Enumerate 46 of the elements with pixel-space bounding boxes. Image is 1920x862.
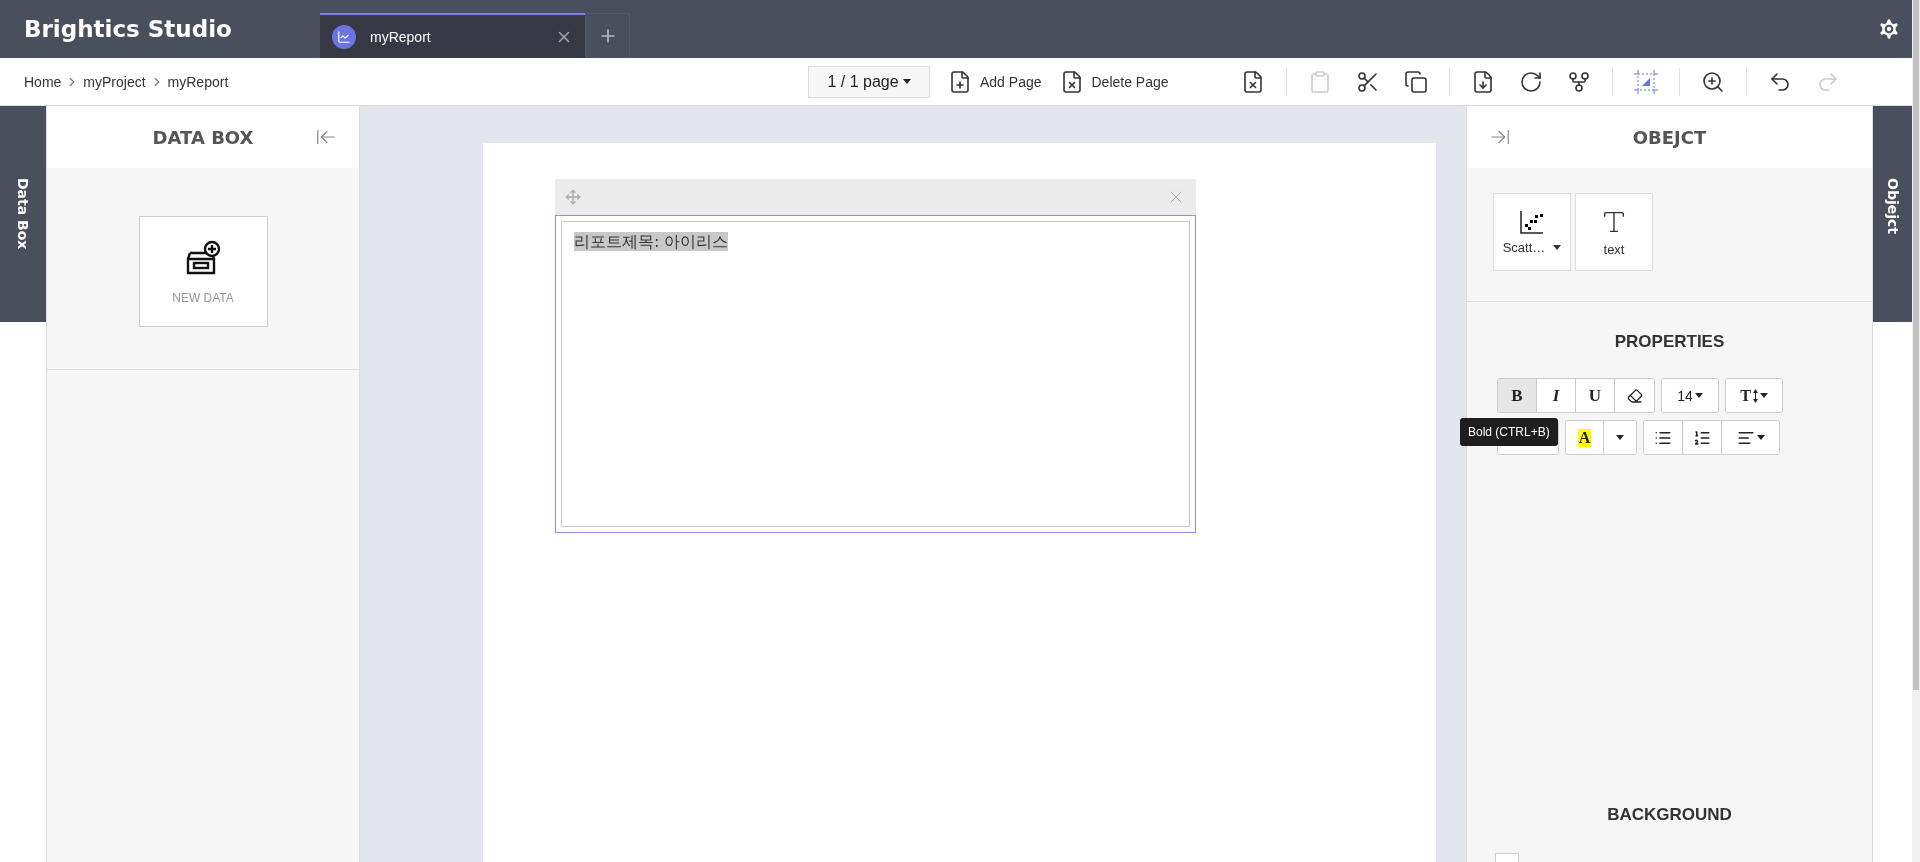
bold-button[interactable]: B <box>1498 379 1537 412</box>
breadcrumb-link[interactable]: Home <box>24 73 62 90</box>
text-size-dropdown[interactable]: T <box>1726 379 1782 412</box>
section-title: BACKGROUND <box>1606 804 1733 825</box>
report-tab[interactable]: myReport <box>320 13 585 58</box>
chart-icon <box>332 24 356 49</box>
eraser-icon <box>1626 387 1643 404</box>
breadcrumb-link[interactable]: myProject <box>83 73 146 90</box>
scissors-icon <box>1355 69 1380 94</box>
section-title: PROPERTIES <box>1613 331 1726 352</box>
page-selector[interactable]: 1 / 1 page <box>808 65 930 98</box>
tab-label: myReport <box>370 28 432 45</box>
tooltip: Bold (CTRL+B) <box>1460 418 1558 446</box>
panel-title: OBEJCT <box>1632 126 1707 148</box>
panel-title: DATA BOX <box>152 126 254 148</box>
numbered-list-icon <box>1693 428 1711 447</box>
select-area-icon <box>1632 68 1659 95</box>
add-page-button[interactable]: Add Page <box>948 69 1042 94</box>
text-widget[interactable]: 리포트제목: 아이리스 <box>555 215 1196 533</box>
refresh-icon <box>1518 69 1543 94</box>
breadcrumb-link[interactable]: myReport <box>167 73 229 90</box>
dropdown-caret-icon <box>1553 244 1562 250</box>
side-tab[interactable]: Data Box <box>0 106 46 322</box>
caret-icon <box>902 79 911 84</box>
caret-icon <box>1616 435 1624 440</box>
delete-page-button[interactable]: Delete Page <box>1059 69 1169 94</box>
scatter-chart-icon <box>1520 209 1544 234</box>
caret-icon <box>1756 435 1765 440</box>
bullet-list-button[interactable] <box>1644 421 1683 454</box>
add-page-icon <box>948 69 972 94</box>
widget-text: 리포트제목: 아이리스 <box>574 232 729 251</box>
caret-icon <box>1694 393 1703 398</box>
highlight-button[interactable]: A <box>1566 421 1604 454</box>
caret-icon <box>1759 393 1768 398</box>
app-logo: Brightics Studio <box>23 16 233 42</box>
object-label: Scatt… <box>1502 239 1562 255</box>
add-tab-button[interactable] <box>585 13 630 58</box>
font-size-dropdown[interactable]: 14 <box>1662 379 1718 412</box>
archive-add-icon <box>184 238 222 277</box>
object-tile[interactable]: text <box>1575 193 1653 271</box>
object-label: text <box>1603 241 1625 257</box>
copy-icon <box>1403 69 1428 94</box>
object-tile[interactable]: Scatt… <box>1493 193 1571 271</box>
zoom-in-icon <box>1700 69 1725 94</box>
side-tab[interactable]: Objejct <box>1873 106 1912 322</box>
branch-icon <box>1566 69 1591 94</box>
